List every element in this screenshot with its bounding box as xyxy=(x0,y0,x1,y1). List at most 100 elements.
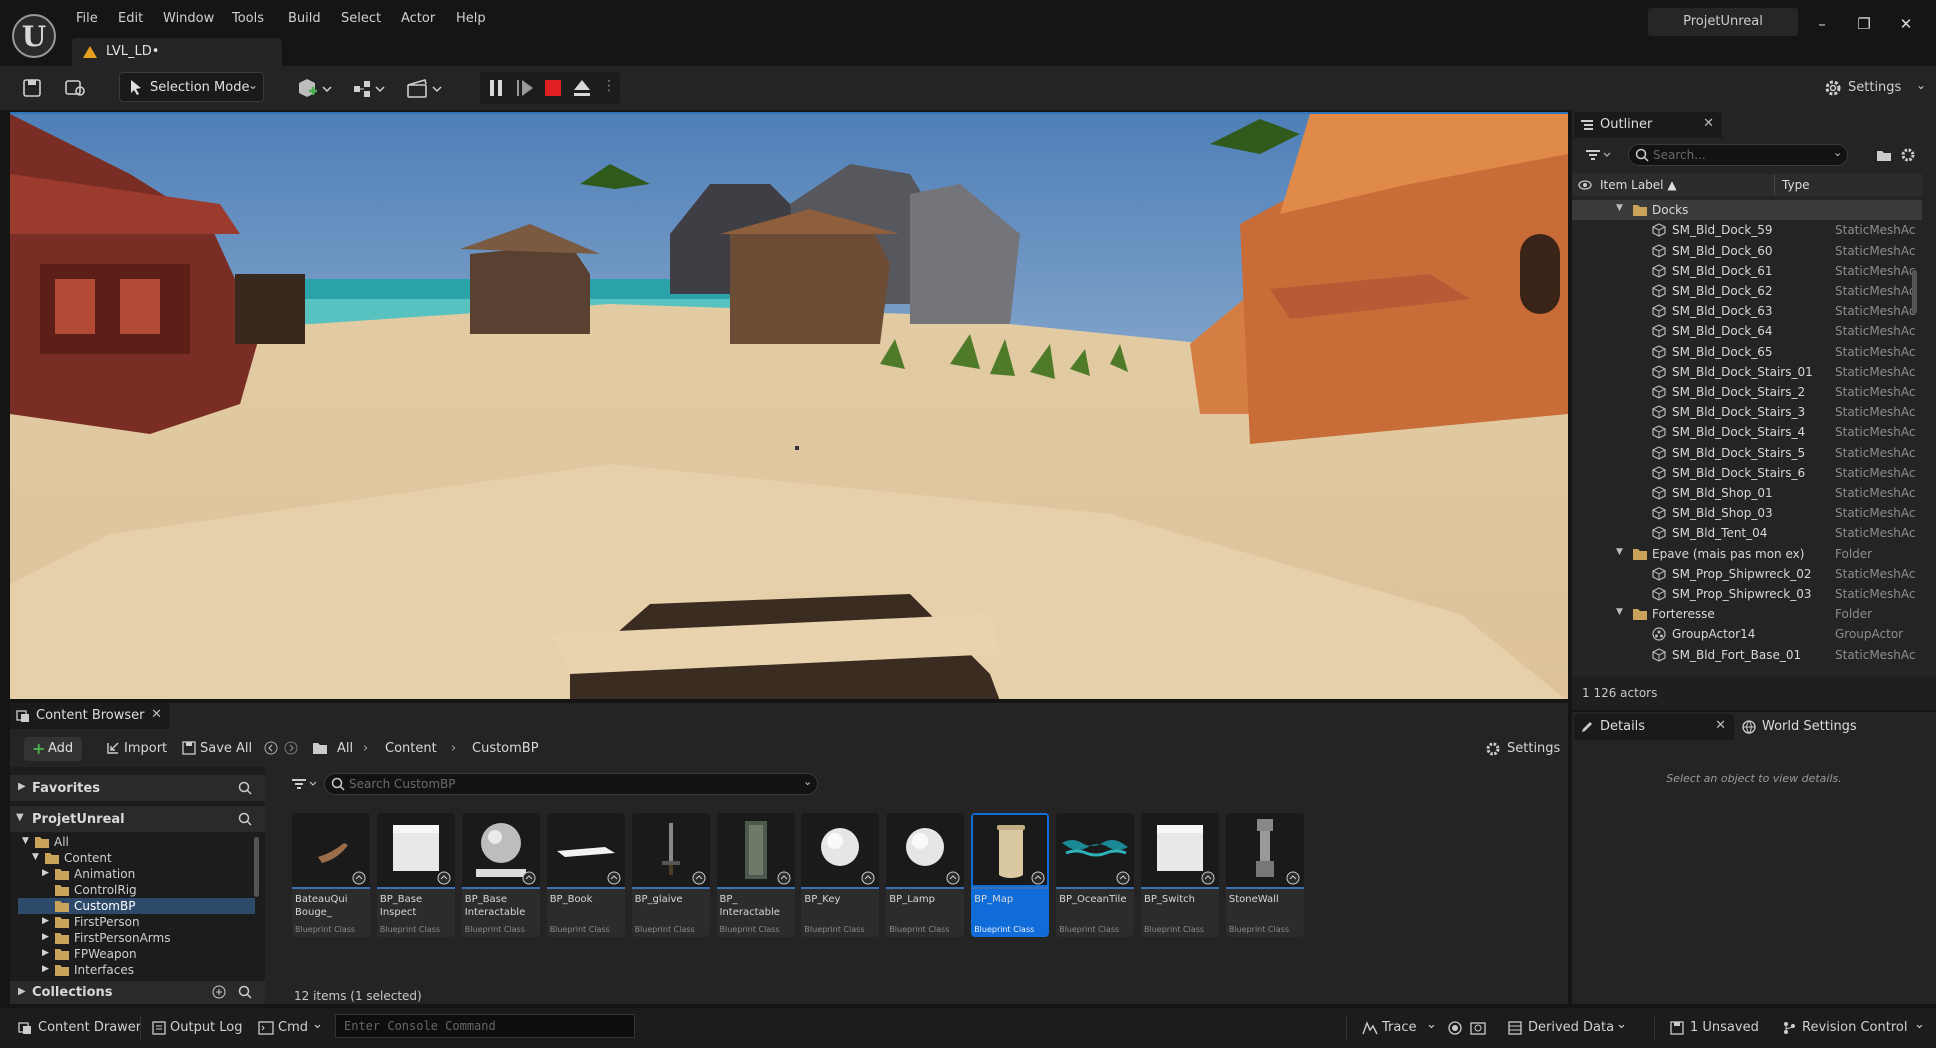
asset-tile[interactable]: BP_glaive Blueprint Class xyxy=(631,813,710,937)
outliner-folder-row[interactable]: ▼ Docks xyxy=(1572,200,1922,221)
content-browser-tab[interactable]: Content Browser ✕ xyxy=(10,703,170,729)
asset-tile[interactable]: BP_ Interactable Blueprint Class xyxy=(716,813,795,937)
chevron-down-icon[interactable]: ⌄ xyxy=(1833,146,1842,159)
close-window-icon[interactable]: ✕ xyxy=(1894,12,1918,36)
add-collection-icon[interactable] xyxy=(212,985,226,999)
add-actor-button[interactable] xyxy=(295,74,335,102)
outliner-row[interactable]: SM_Bld_Shop_03 StaticMeshAc xyxy=(1572,503,1922,523)
column-divider[interactable] xyxy=(1774,174,1775,196)
chevron-right-icon[interactable]: ▶ xyxy=(42,868,49,878)
menu-select[interactable]: Select xyxy=(341,9,381,29)
outliner-tab[interactable]: Outliner ✕ xyxy=(1574,112,1722,138)
level-tab[interactable]: LVL_LD• xyxy=(72,38,282,66)
column-type[interactable]: Type xyxy=(1782,178,1810,192)
folder-icon[interactable] xyxy=(312,741,328,755)
asset-tile[interactable]: BP_Key Blueprint Class xyxy=(801,813,880,937)
search-icon[interactable] xyxy=(238,812,252,826)
restore-icon[interactable]: ❐ xyxy=(1852,12,1876,36)
menu-file[interactable]: File xyxy=(76,9,98,29)
chevron-down-icon[interactable]: ▼ xyxy=(1616,607,1623,617)
add-folder-icon[interactable] xyxy=(1876,148,1892,162)
menu-help[interactable]: Help xyxy=(456,9,486,29)
add-button[interactable]: + Add xyxy=(24,737,82,761)
collections-section[interactable]: ▶ Collections xyxy=(10,981,265,1004)
chevron-right-icon[interactable]: ▶ xyxy=(42,964,49,974)
outliner-row[interactable]: SM_Bld_Dock_Stairs_2 StaticMeshAc xyxy=(1572,382,1922,402)
asset-tile[interactable]: BP_Base Interactable Blueprint Class xyxy=(461,813,540,937)
outliner-row[interactable]: SM_Bld_Dock_64 StaticMeshAc xyxy=(1572,321,1922,341)
outliner-row[interactable]: GroupActor14 GroupActor xyxy=(1572,624,1922,644)
menu-edit[interactable]: Edit xyxy=(118,9,143,29)
folder-tree-item[interactable]: ▶ FirstPerson xyxy=(18,914,255,930)
blueprint-dropdown-icon[interactable] xyxy=(350,74,390,102)
breadcrumb-custombp[interactable]: CustomBP xyxy=(472,741,539,756)
save-icon[interactable] xyxy=(22,74,46,102)
outliner-row[interactable]: SM_Bld_Fort_Base_01 StaticMeshAc xyxy=(1572,645,1922,665)
folder-tree-item[interactable]: ▼ Content xyxy=(18,850,255,866)
folder-tree-item[interactable]: ControlRig xyxy=(18,882,255,898)
chevron-down-icon[interactable]: ▼ xyxy=(1616,547,1623,557)
details-tab[interactable]: Details ✕ xyxy=(1574,714,1734,740)
visibility-eye-icon[interactable] xyxy=(1578,179,1592,191)
asset-tile[interactable]: BP_Lamp Blueprint Class xyxy=(886,813,965,937)
stop-icon[interactable] xyxy=(544,79,562,97)
outliner-row[interactable]: SM_Prop_Shipwreck_02 StaticMeshAc xyxy=(1572,564,1922,584)
chevron-right-icon[interactable]: ▶ xyxy=(42,916,49,926)
outliner-row[interactable]: SM_Bld_Tent_04 StaticMeshAc xyxy=(1572,523,1922,543)
folder-tree-scrollbar[interactable] xyxy=(254,837,259,897)
cinematics-dropdown-icon[interactable] xyxy=(405,74,445,102)
breadcrumb-content[interactable]: Content xyxy=(385,741,437,756)
chevron-right-icon[interactable]: ▶ xyxy=(42,932,49,942)
outliner-folder-row[interactable]: ▼ Forteresse Folder xyxy=(1572,604,1922,624)
asset-tile[interactable]: BP_Book Blueprint Class xyxy=(546,813,625,937)
outliner-row[interactable]: SM_Prop_Shipwreck_03 StaticMeshAc xyxy=(1572,584,1922,604)
outliner-row[interactable]: SM_Bld_Dock_Stairs_4 StaticMeshAc xyxy=(1572,422,1922,442)
outliner-row[interactable]: SM_Bld_Dock_60 StaticMeshAc xyxy=(1572,241,1922,261)
outliner-row[interactable]: SM_Bld_Shop_01 StaticMeshAc xyxy=(1572,483,1922,503)
folder-tree-item[interactable]: CustomBP xyxy=(18,898,255,914)
pause-icon[interactable] xyxy=(488,79,504,97)
asset-tile[interactable]: StoneWall Blueprint Class xyxy=(1225,813,1304,937)
filter-icon[interactable] xyxy=(1586,148,1614,162)
asset-tile[interactable]: BP_Map Blueprint Class xyxy=(971,813,1050,937)
step-frame-icon[interactable] xyxy=(516,79,534,97)
project-section[interactable]: ▼ ProjetUnreal xyxy=(10,806,265,832)
chevron-right-icon[interactable]: ▶ xyxy=(42,948,49,958)
asset-tile[interactable]: BP_OceanTile Blueprint Class xyxy=(1056,813,1135,937)
more-options-icon[interactable]: ⋮ xyxy=(602,78,616,94)
outliner-folder-row[interactable]: ▼ Epave (mais pas mon ex) Folder xyxy=(1572,544,1922,564)
column-item-label[interactable]: Item Label ▲ xyxy=(1600,178,1677,192)
screenshot-icon[interactable] xyxy=(1470,1021,1486,1035)
breadcrumb-all[interactable]: All xyxy=(337,741,353,756)
favorites-section[interactable]: ▶ Favorites xyxy=(10,775,265,801)
outliner-row[interactable]: SM_Bld_Dock_63 StaticMeshAc xyxy=(1572,301,1922,321)
level-viewport[interactable] xyxy=(10,112,1568,699)
outliner-row[interactable]: SM_Bld_Dock_Stairs_5 StaticMeshAc xyxy=(1572,443,1922,463)
selection-mode-dropdown[interactable]: Selection Mode ⌄ xyxy=(119,72,264,102)
outliner-row[interactable]: SM_Bld_Dock_62 StaticMeshAc xyxy=(1572,281,1922,301)
folder-tree-item[interactable]: ▶ FirstPersonArms xyxy=(18,930,255,946)
folder-tree-item[interactable]: ▶ FPWeapon xyxy=(18,946,255,962)
folder-tree-item[interactable]: ▶ Animation xyxy=(18,866,255,882)
menu-window[interactable]: Window xyxy=(163,9,214,29)
back-icon[interactable] xyxy=(264,741,278,755)
outliner-row[interactable]: SM_Bld_Dock_Stairs_01 StaticMeshAc xyxy=(1572,362,1922,382)
chevron-down-icon[interactable]: ▼ xyxy=(1616,203,1623,213)
record-icon[interactable] xyxy=(1448,1021,1462,1035)
console-command-input[interactable]: Enter Console Command xyxy=(335,1014,635,1038)
asset-tile[interactable]: BateauQui Bouge_ Blueprint Class xyxy=(292,813,370,937)
world-settings-tab[interactable]: World Settings xyxy=(1736,714,1886,740)
outliner-search-input[interactable]: Search... ⌄ xyxy=(1628,144,1848,166)
menu-tools[interactable]: Tools xyxy=(232,9,264,29)
outliner-row[interactable]: SM_Bld_Dock_59 StaticMeshAc xyxy=(1572,220,1922,240)
folder-tree-item[interactable]: ▼ All xyxy=(18,834,255,850)
content-open-icon[interactable] xyxy=(64,74,90,102)
chevron-down-icon[interactable]: ▼ xyxy=(32,852,39,862)
outliner-row[interactable]: SM_Bld_Dock_61 StaticMeshAc xyxy=(1572,261,1922,281)
menu-actor[interactable]: Actor xyxy=(401,9,435,29)
minimize-icon[interactable]: – xyxy=(1810,12,1834,36)
unreal-logo-icon[interactable]: U xyxy=(12,14,56,58)
close-tab-icon[interactable]: ✕ xyxy=(1703,116,1714,131)
close-tab-icon[interactable]: ✕ xyxy=(1715,718,1726,733)
chevron-down-icon[interactable]: ▼ xyxy=(22,836,29,846)
